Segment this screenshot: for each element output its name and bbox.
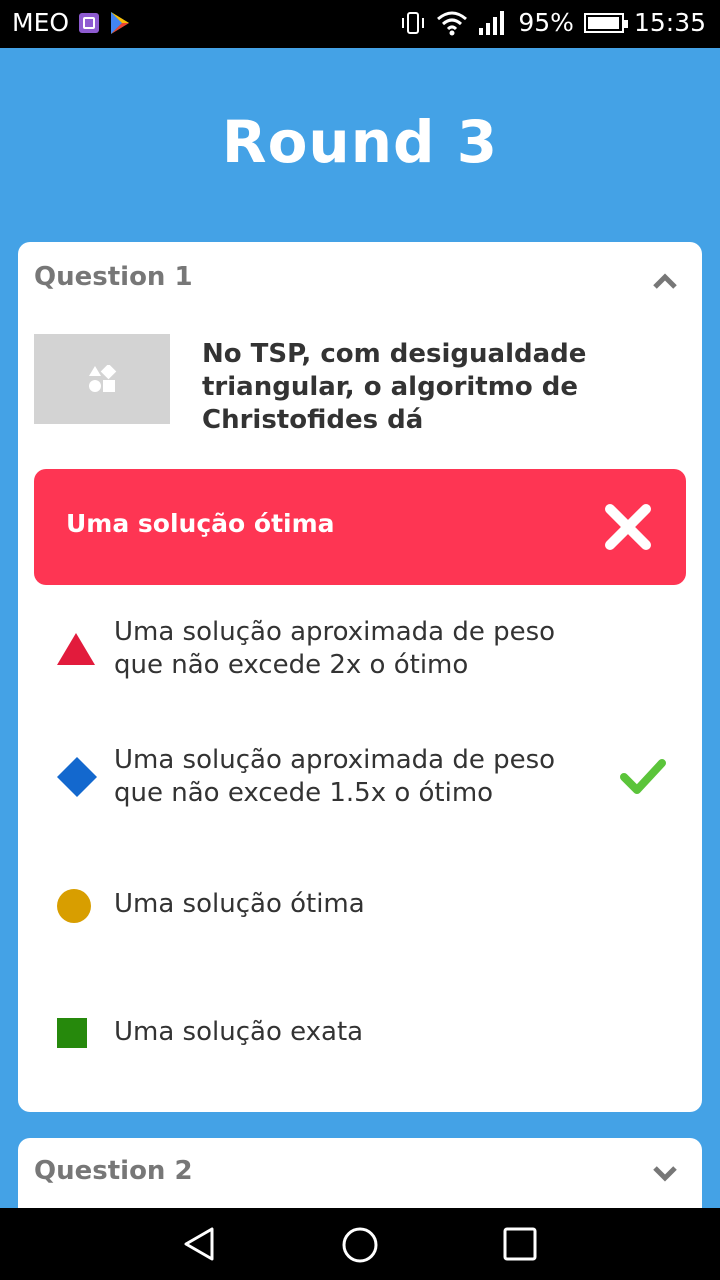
answer-option-text: Uma solução ótima	[114, 889, 365, 919]
navigation-bar	[0, 1208, 720, 1280]
status-bar: MEO 95% 15:35	[0, 0, 720, 48]
answer-option-3: Uma solução ótima	[34, 886, 686, 926]
battery-icon	[583, 12, 628, 33]
chevron-up-icon[interactable]	[652, 268, 678, 294]
diamond-icon	[57, 757, 97, 797]
home-icon[interactable]	[341, 1226, 379, 1264]
back-icon[interactable]	[182, 1226, 218, 1262]
question-label: Question 2	[34, 1156, 193, 1186]
carrier-label: MEO	[12, 8, 70, 37]
triangle-icon	[57, 633, 95, 665]
signal-icon	[479, 10, 505, 35]
selected-answer-text: Uma solução ótima	[66, 509, 335, 538]
shapes-icon	[89, 365, 117, 392]
question-card-1: Question 1 No TSP, com desigualdade tria…	[18, 242, 702, 1112]
battery-percent: 95%	[518, 8, 574, 37]
question-label: Question 1	[34, 262, 193, 292]
correct-check-icon	[620, 759, 666, 794]
question-text: No TSP, com desigualdade triangular, o a…	[202, 339, 587, 435]
answer-option-text: Uma solução aproximada de peso que não e…	[114, 745, 556, 808]
answer-option-4: Uma solução exata	[34, 1014, 686, 1054]
clock: 15:35	[633, 8, 706, 37]
answer-option-text: Uma solução exata	[114, 1017, 364, 1047]
page-title: Round 3	[221, 108, 499, 176]
selected-answer-wrong: Uma solução ótima	[34, 469, 686, 585]
answer-option-text: Uma solução aproximada de peso que não e…	[114, 617, 556, 680]
wrong-x-icon	[605, 504, 651, 550]
chevron-down-icon[interactable]	[652, 1160, 678, 1186]
vibrate-icon	[402, 11, 425, 34]
play-store-icon	[111, 11, 130, 34]
circle-icon	[57, 889, 91, 923]
square-icon	[57, 1018, 87, 1048]
answer-option-1: Uma solução aproximada de peso que não e…	[34, 616, 686, 696]
answer-option-2: Uma solução aproximada de peso que não e…	[34, 744, 686, 824]
gallery-notification-icon	[79, 12, 100, 33]
question-image-placeholder	[34, 334, 170, 424]
recents-icon[interactable]	[503, 1227, 537, 1261]
wifi-icon	[437, 11, 468, 35]
